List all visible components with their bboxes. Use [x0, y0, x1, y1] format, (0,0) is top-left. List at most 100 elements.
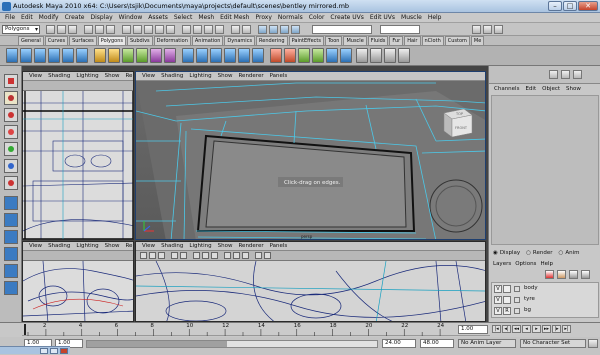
pick-face-icon[interactable] [144, 25, 153, 34]
pick-vertex-icon[interactable] [122, 25, 131, 34]
soft-edge-icon[interactable] [356, 48, 368, 63]
move-layer-up-icon[interactable] [569, 270, 578, 279]
viewport-top-left[interactable]: View Shading Lighting Show Rendere [22, 71, 134, 240]
snap-curve-icon[interactable] [193, 25, 202, 34]
shelf-tab-muscle[interactable]: Muscle [343, 36, 367, 45]
character-set-dropdown[interactable]: No Character Set [520, 339, 586, 348]
menu-modify[interactable]: Modify [36, 13, 62, 22]
menu-normals[interactable]: Normals [275, 13, 306, 22]
ipr-render-icon[interactable] [280, 25, 289, 34]
render-view-icon[interactable] [258, 25, 267, 34]
shelf-tab-hair[interactable]: Hair [404, 36, 421, 45]
poly-torus-icon[interactable] [76, 48, 88, 63]
attribute-editor-toggle-icon[interactable] [561, 70, 570, 79]
panel-menu-shading[interactable]: Shading [158, 72, 186, 80]
rotate-tool-icon[interactable] [4, 142, 18, 156]
shelf-tab-curves[interactable]: Curves [44, 36, 69, 45]
snap-plane-icon[interactable] [215, 25, 224, 34]
center-pivot-icon[interactable] [398, 48, 410, 63]
step-back-key-icon[interactable]: ◂◂ [512, 325, 521, 333]
show-channel-box-icon[interactable] [494, 25, 503, 34]
bevel-icon[interactable] [298, 48, 310, 63]
step-forward-icon[interactable]: |▸ [552, 325, 561, 333]
restore-icon[interactable] [40, 348, 48, 354]
panel-menu-renderer[interactable]: Renderer [235, 242, 266, 250]
extrude-icon[interactable] [182, 48, 194, 63]
shelf-tab-custom[interactable]: Custom [444, 36, 470, 45]
isolate-select-icon[interactable] [264, 252, 271, 259]
camera-attributes-icon[interactable] [149, 252, 156, 259]
split-polygon-icon[interactable] [224, 48, 236, 63]
close-button[interactable]: ✕ [578, 1, 598, 11]
menu-color[interactable]: Color [306, 13, 328, 22]
wireframe-shading-icon[interactable] [193, 252, 200, 259]
panel-menu-show[interactable]: Show [215, 72, 236, 80]
textured-icon[interactable] [224, 252, 231, 259]
go-to-start-icon[interactable]: |◂ [492, 325, 501, 333]
construction-icon[interactable] [242, 25, 251, 34]
menu-select[interactable]: Select [171, 13, 196, 22]
uv-editor-icon[interactable] [340, 48, 352, 63]
move-tool-icon[interactable] [4, 125, 18, 139]
edit-menu[interactable]: Edit [522, 84, 539, 94]
layer-color-swatch[interactable] [514, 308, 520, 314]
shelf-tab-polygons[interactable]: Polygons [97, 36, 126, 45]
shelf-tab-animation[interactable]: Animation [191, 36, 224, 45]
move-layer-down-icon[interactable] [581, 270, 590, 279]
layer-visibility-toggle[interactable]: V [494, 296, 502, 304]
layer-color-swatch[interactable] [514, 286, 520, 292]
channels-menu[interactable]: Channels [491, 84, 522, 94]
channelbox-toggle-icon[interactable] [549, 70, 558, 79]
menu-window[interactable]: Window [116, 13, 146, 22]
layer-visibility-toggle[interactable]: V [494, 285, 502, 293]
layout-persp-outliner-icon[interactable] [4, 247, 18, 261]
menu-muscle[interactable]: Muscle [398, 13, 425, 22]
offset-edge-loop-icon[interactable] [252, 48, 264, 63]
insert-edge-loop-icon[interactable] [238, 48, 250, 63]
panel-menu-lighting[interactable]: Lighting [73, 242, 101, 250]
options-menu[interactable]: Options [513, 259, 538, 269]
layer-row[interactable]: V body [492, 284, 598, 294]
show-tool-settings-icon[interactable] [483, 25, 492, 34]
grid-toggle-icon[interactable] [180, 252, 187, 259]
menu-mesh[interactable]: Mesh [195, 13, 217, 22]
panel-menu-view[interactable]: View [26, 72, 45, 80]
poly-cylinder-icon[interactable] [34, 48, 46, 63]
menu-edit[interactable]: Edit [18, 13, 36, 22]
display-radio-icon[interactable]: ◉ [493, 250, 498, 256]
extract-icon[interactable] [122, 48, 134, 63]
shelf-tab-deformation[interactable]: Deformation [153, 36, 191, 45]
new-layer-selected-icon[interactable] [557, 270, 566, 279]
manipulator-tool-icon[interactable] [4, 176, 18, 190]
play-backward-icon[interactable]: ◂ [522, 325, 531, 333]
menu-help[interactable]: Help [425, 13, 445, 22]
range-slider[interactable] [86, 340, 378, 348]
minimize-button[interactable]: – [548, 1, 562, 11]
layer-row[interactable]: V tyre [492, 295, 598, 305]
menu-edit-mesh[interactable]: Edit Mesh [217, 13, 252, 22]
panel-menu-view[interactable]: View [139, 242, 158, 250]
viewport-bottom-right[interactable]: View Shading Lighting Show Renderer Pane… [135, 241, 486, 322]
panel-menu-renderer[interactable]: Renderer [235, 72, 266, 80]
menu-assets[interactable]: Assets [145, 13, 171, 22]
time-slider[interactable]: 2 4 6 8 10 12 14 16 18 20 22 24 [22, 323, 490, 336]
poly-plane-icon[interactable] [62, 48, 74, 63]
panel-menu-panels[interactable]: Panels [267, 242, 291, 250]
wireframe-on-shaded-icon[interactable] [211, 252, 218, 259]
collapse-icon[interactable] [284, 48, 296, 63]
show-attribute-editor-icon[interactable] [472, 25, 481, 34]
layers-menu[interactable]: Layers [491, 259, 513, 269]
poly-cube-icon[interactable] [20, 48, 32, 63]
panel-menu-show[interactable]: Show [215, 242, 236, 250]
pick-edge-icon[interactable] [133, 25, 142, 34]
layer-playback-toggle[interactable]: R [503, 307, 511, 315]
shelf-tab-surfaces[interactable]: Surfaces [69, 36, 97, 45]
shelf-tab-toon[interactable]: Toon [324, 36, 343, 45]
snap-point-icon[interactable] [204, 25, 213, 34]
step-forward-key-icon[interactable]: ▸▸ [542, 325, 551, 333]
menu-proxy[interactable]: Proxy [252, 13, 274, 22]
panel-menu-show[interactable]: Show [102, 72, 123, 80]
viewport-persp[interactable]: View Shading Lighting Show Renderer Pane… [135, 71, 486, 240]
go-to-end-icon[interactable]: ▸| [562, 325, 571, 333]
layout-four-icon[interactable] [4, 213, 18, 227]
